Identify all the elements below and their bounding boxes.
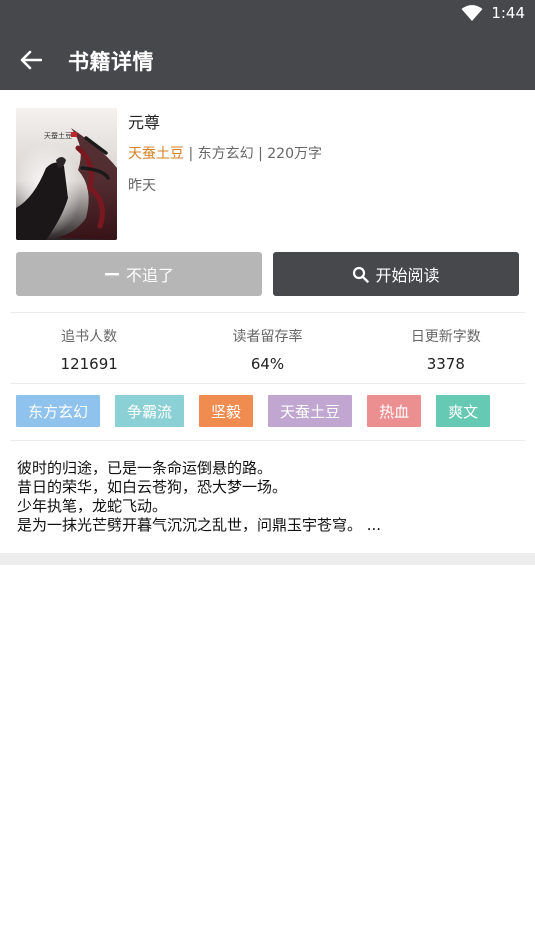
section-separator xyxy=(0,553,535,565)
book-genre: 东方玄幻 xyxy=(197,146,254,162)
divider xyxy=(10,440,525,441)
app-toolbar: 书籍详情 xyxy=(0,29,535,90)
book-stats: 追书人数 121691 读者留存率 64% 日更新字数 3378 xyxy=(0,313,535,383)
start-reading-button[interactable]: 开始阅读 xyxy=(273,252,519,296)
intro-line: 彼时的归途，已是一条命运倒悬的路。 xyxy=(17,459,273,477)
book-info: 天蚕土豆 元尊 天蚕土豆 | 东方玄幻 | 220万字 昨天 xyxy=(0,90,535,250)
tag-item[interactable]: 争霸流 xyxy=(115,395,185,427)
intro-line: 是为一抹光芒劈开暮气沉沉之乱世，问鼎玉宇苍穹。 ... xyxy=(17,516,382,534)
status-bar: 1:44 xyxy=(0,0,535,29)
status-time: 1:44 xyxy=(491,4,525,22)
stat-followers: 追书人数 121691 xyxy=(0,313,178,383)
book-author[interactable]: 天蚕土豆 xyxy=(128,146,184,162)
tag-item[interactable]: 东方玄幻 xyxy=(16,395,101,427)
cover-author-text: 天蚕土豆 xyxy=(44,131,72,140)
status-right: 1:44 xyxy=(461,4,525,22)
back-button[interactable] xyxy=(14,44,48,76)
book-update-time: 昨天 xyxy=(128,178,156,194)
meta-separator: | xyxy=(184,146,198,162)
start-reading-label: 开始阅读 xyxy=(375,266,440,285)
tag-item[interactable]: 热血 xyxy=(367,395,422,427)
tag-item[interactable]: 天蚕土豆 xyxy=(268,395,353,427)
stat-label: 追书人数 xyxy=(61,329,118,345)
meta-separator: | xyxy=(253,146,268,162)
unfollow-label: 不追了 xyxy=(125,266,174,285)
tag-item[interactable]: 爽文 xyxy=(436,395,491,427)
book-word-count: 220万字 xyxy=(267,146,322,162)
page-title: 书籍详情 xyxy=(68,50,154,74)
book-cover[interactable]: 天蚕土豆 xyxy=(16,108,117,240)
stat-value: 121691 xyxy=(60,355,118,373)
minus-icon xyxy=(104,266,120,282)
book-title: 元尊 xyxy=(128,113,161,132)
wifi-icon xyxy=(461,5,483,21)
tag-item[interactable]: 坚毅 xyxy=(199,395,254,427)
search-icon xyxy=(352,266,370,283)
stat-value: 3378 xyxy=(426,355,465,373)
stat-label: 日更新字数 xyxy=(410,329,481,345)
stat-value: 64% xyxy=(250,355,285,373)
arrow-left-icon xyxy=(20,50,42,70)
intro-line: 昔日的荣华，如白云苍狗，恐大梦一场。 xyxy=(17,478,288,496)
stat-label: 读者留存率 xyxy=(232,329,303,345)
book-cover-image: 天蚕土豆 xyxy=(16,108,117,240)
tag-list: 东方玄幻 争霸流 坚毅 天蚕土豆 热血 爽文 xyxy=(16,395,505,427)
unfollow-button[interactable]: 不追了 xyxy=(16,252,262,296)
book-intro[interactable]: 彼时的归途，已是一条命运倒悬的路。 昔日的荣华，如白云苍狗，恐大梦一场。 少年执… xyxy=(17,459,522,535)
stat-daily-words: 日更新字数 3378 xyxy=(357,313,535,383)
divider xyxy=(10,383,525,384)
book-meta: 天蚕土豆 | 东方玄幻 | 220万字 xyxy=(128,143,322,163)
intro-line: 少年执笔，龙蛇飞动。 xyxy=(17,497,168,515)
stat-retention: 读者留存率 64% xyxy=(178,313,356,383)
